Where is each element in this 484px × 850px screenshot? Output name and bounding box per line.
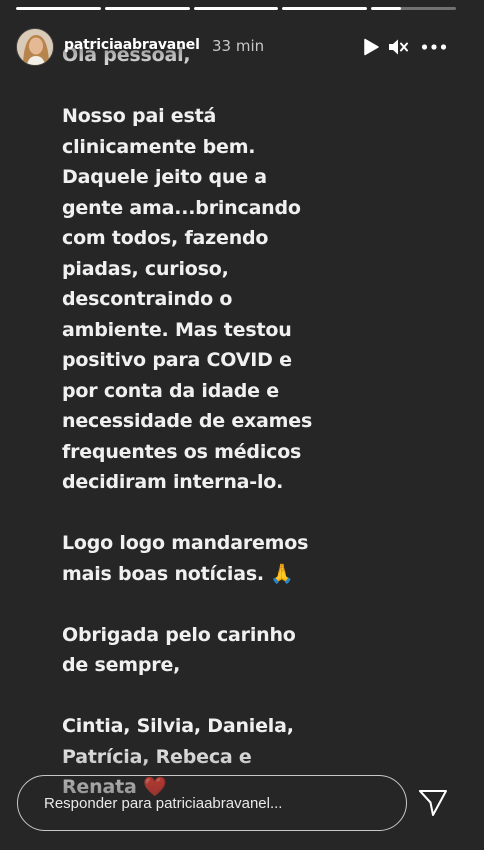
story-progress-bars [16, 7, 456, 10]
mute-icon[interactable] [385, 34, 411, 60]
send-icon[interactable] [416, 786, 450, 820]
username[interactable]: patriciaabravanel [64, 37, 200, 53]
post-time: 33 min [212, 37, 265, 55]
more-icon[interactable] [419, 34, 449, 60]
progress-segment-4 [282, 7, 368, 10]
progress-segment-1 [16, 7, 101, 10]
play-icon[interactable] [358, 34, 384, 60]
reply-input[interactable] [42, 793, 386, 813]
progress-segment-5 [371, 7, 456, 10]
story-viewer: Olá pessoal, Nosso pai está clinicamente… [0, 0, 484, 850]
story-text: Olá pessoal, Nosso pai está clinicamente… [62, 44, 313, 798]
progress-segment-2 [104, 7, 190, 10]
avatar[interactable] [16, 28, 54, 66]
story-header: patriciaabravanel 33 min [16, 26, 472, 66]
progress-segment-3 [193, 7, 279, 10]
reply-field[interactable] [17, 775, 407, 831]
